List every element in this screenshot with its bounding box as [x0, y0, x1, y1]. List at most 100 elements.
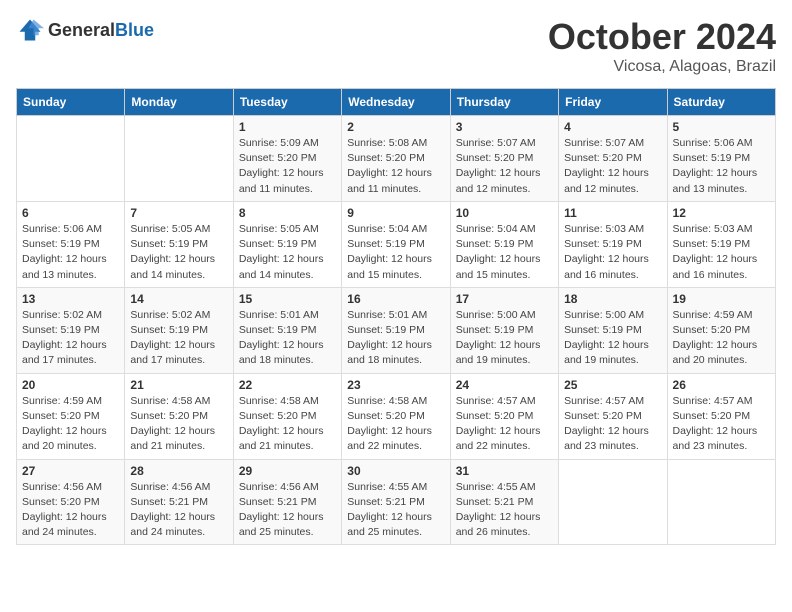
day-number: 12 — [673, 206, 770, 220]
day-info: Sunrise: 5:08 AM Sunset: 5:20 PM Dayligh… — [347, 136, 444, 197]
day-number: 4 — [564, 120, 661, 134]
calendar-cell: 16 Sunrise: 5:01 AM Sunset: 5:19 PM Dayli… — [342, 287, 450, 373]
logo-text-blue: Blue — [115, 20, 154, 40]
calendar-cell: 25 Sunrise: 4:57 AM Sunset: 5:20 PM Dayli… — [559, 373, 667, 459]
day-info: Sunrise: 4:57 AM Sunset: 5:20 PM Dayligh… — [673, 394, 770, 455]
calendar-cell: 13 Sunrise: 5:02 AM Sunset: 5:19 PM Dayli… — [17, 287, 125, 373]
day-info: Sunrise: 4:56 AM Sunset: 5:21 PM Dayligh… — [130, 480, 227, 541]
calendar-header-row: SundayMondayTuesdayWednesdayThursdayFrid… — [17, 89, 776, 116]
day-info: Sunrise: 4:56 AM Sunset: 5:20 PM Dayligh… — [22, 480, 119, 541]
calendar-cell: 28 Sunrise: 4:56 AM Sunset: 5:21 PM Dayli… — [125, 459, 233, 545]
day-info: Sunrise: 5:09 AM Sunset: 5:20 PM Dayligh… — [239, 136, 336, 197]
calendar-cell: 22Sunrise: 4:58 AM Sunset: 5:20 PM Dayli… — [233, 373, 341, 459]
weekday-header: Wednesday — [342, 89, 450, 116]
day-info: Sunrise: 5:03 AM Sunset: 5:19 PM Dayligh… — [673, 222, 770, 283]
day-number: 25 — [564, 378, 661, 392]
calendar-cell: 26Sunrise: 4:57 AM Sunset: 5:20 PM Dayli… — [667, 373, 775, 459]
calendar-week-row: 13 Sunrise: 5:02 AM Sunset: 5:19 PM Dayli… — [17, 287, 776, 373]
calendar-cell: 17Sunrise: 5:00 AM Sunset: 5:19 PM Dayli… — [450, 287, 558, 373]
calendar-cell: 8Sunrise: 5:05 AM Sunset: 5:19 PM Daylig… — [233, 201, 341, 287]
logo-text-general: General — [48, 20, 115, 40]
day-number: 19 — [673, 292, 770, 306]
day-number: 3 — [456, 120, 553, 134]
day-info: Sunrise: 4:57 AM Sunset: 5:20 PM Dayligh… — [456, 394, 553, 455]
day-info: Sunrise: 5:03 AM Sunset: 5:19 PM Dayligh… — [564, 222, 661, 283]
calendar-cell: 1 Sunrise: 5:09 AM Sunset: 5:20 PM Daylig… — [233, 116, 341, 202]
calendar-cell — [559, 459, 667, 545]
calendar-week-row: 1 Sunrise: 5:09 AM Sunset: 5:20 PM Daylig… — [17, 116, 776, 202]
calendar-cell: 20 Sunrise: 4:59 AM Sunset: 5:20 PM Dayli… — [17, 373, 125, 459]
day-info: Sunrise: 4:58 AM Sunset: 5:20 PM Dayligh… — [130, 394, 227, 455]
day-info: Sunrise: 5:06 AM Sunset: 5:19 PM Dayligh… — [673, 136, 770, 197]
page-header: GeneralBlue October 2024 Vicosa, Alagoas… — [16, 16, 776, 76]
calendar-cell: 12 Sunrise: 5:03 AM Sunset: 5:19 PM Dayli… — [667, 201, 775, 287]
calendar-cell: 2 Sunrise: 5:08 AM Sunset: 5:20 PM Daylig… — [342, 116, 450, 202]
calendar-cell: 31Sunrise: 4:55 AM Sunset: 5:21 PM Dayli… — [450, 459, 558, 545]
calendar-cell — [17, 116, 125, 202]
day-number: 30 — [347, 464, 444, 478]
calendar-week-row: 27 Sunrise: 4:56 AM Sunset: 5:20 PM Dayli… — [17, 459, 776, 545]
day-number: 28 — [130, 464, 227, 478]
day-number: 9 — [347, 206, 444, 220]
day-info: Sunrise: 5:00 AM Sunset: 5:19 PM Dayligh… — [564, 308, 661, 369]
calendar-cell — [125, 116, 233, 202]
weekday-header: Tuesday — [233, 89, 341, 116]
day-info: Sunrise: 4:56 AM Sunset: 5:21 PM Dayligh… — [239, 480, 336, 541]
day-number: 1 — [239, 120, 336, 134]
calendar-cell: 23 Sunrise: 4:58 AM Sunset: 5:20 PM Dayli… — [342, 373, 450, 459]
calendar-cell: 27 Sunrise: 4:56 AM Sunset: 5:20 PM Dayli… — [17, 459, 125, 545]
day-number: 18 — [564, 292, 661, 306]
title-block: October 2024 Vicosa, Alagoas, Brazil — [548, 16, 776, 76]
day-number: 23 — [347, 378, 444, 392]
day-number: 22 — [239, 378, 336, 392]
calendar-cell: 24 Sunrise: 4:57 AM Sunset: 5:20 PM Dayli… — [450, 373, 558, 459]
day-number: 21 — [130, 378, 227, 392]
day-number: 27 — [22, 464, 119, 478]
day-number: 24 — [456, 378, 553, 392]
day-number: 2 — [347, 120, 444, 134]
day-info: Sunrise: 5:06 AM Sunset: 5:19 PM Dayligh… — [22, 222, 119, 283]
day-info: Sunrise: 4:55 AM Sunset: 5:21 PM Dayligh… — [456, 480, 553, 541]
calendar-cell: 11 Sunrise: 5:03 AM Sunset: 5:19 PM Dayli… — [559, 201, 667, 287]
day-number: 6 — [22, 206, 119, 220]
day-number: 20 — [22, 378, 119, 392]
weekday-header: Thursday — [450, 89, 558, 116]
calendar-cell: 4 Sunrise: 5:07 AM Sunset: 5:20 PM Daylig… — [559, 116, 667, 202]
day-info: Sunrise: 5:02 AM Sunset: 5:19 PM Dayligh… — [22, 308, 119, 369]
calendar-cell: 7Sunrise: 5:05 AM Sunset: 5:19 PM Daylig… — [125, 201, 233, 287]
day-info: Sunrise: 4:59 AM Sunset: 5:20 PM Dayligh… — [673, 308, 770, 369]
calendar-cell: 10Sunrise: 5:04 AM Sunset: 5:19 PM Dayli… — [450, 201, 558, 287]
day-number: 17 — [456, 292, 553, 306]
calendar-cell: 14 Sunrise: 5:02 AM Sunset: 5:19 PM Dayli… — [125, 287, 233, 373]
day-info: Sunrise: 5:01 AM Sunset: 5:19 PM Dayligh… — [239, 308, 336, 369]
day-info: Sunrise: 5:04 AM Sunset: 5:19 PM Dayligh… — [456, 222, 553, 283]
calendar-cell: 5Sunrise: 5:06 AM Sunset: 5:19 PM Daylig… — [667, 116, 775, 202]
logo: GeneralBlue — [16, 16, 154, 44]
day-number: 29 — [239, 464, 336, 478]
day-number: 16 — [347, 292, 444, 306]
day-number: 13 — [22, 292, 119, 306]
calendar-cell: 18 Sunrise: 5:00 AM Sunset: 5:19 PM Dayli… — [559, 287, 667, 373]
calendar-location: Vicosa, Alagoas, Brazil — [548, 58, 776, 76]
calendar-cell: 15Sunrise: 5:01 AM Sunset: 5:19 PM Dayli… — [233, 287, 341, 373]
day-info: Sunrise: 4:59 AM Sunset: 5:20 PM Dayligh… — [22, 394, 119, 455]
day-number: 14 — [130, 292, 227, 306]
calendar-cell: 29 Sunrise: 4:56 AM Sunset: 5:21 PM Dayli… — [233, 459, 341, 545]
weekday-header: Monday — [125, 89, 233, 116]
day-info: Sunrise: 5:04 AM Sunset: 5:19 PM Dayligh… — [347, 222, 444, 283]
weekday-header: Sunday — [17, 89, 125, 116]
day-info: Sunrise: 5:07 AM Sunset: 5:20 PM Dayligh… — [564, 136, 661, 197]
day-number: 11 — [564, 206, 661, 220]
day-number: 7 — [130, 206, 227, 220]
weekday-header: Friday — [559, 89, 667, 116]
day-info: Sunrise: 5:05 AM Sunset: 5:19 PM Dayligh… — [239, 222, 336, 283]
day-info: Sunrise: 4:58 AM Sunset: 5:20 PM Dayligh… — [347, 394, 444, 455]
day-info: Sunrise: 4:57 AM Sunset: 5:20 PM Dayligh… — [564, 394, 661, 455]
calendar-cell: 9 Sunrise: 5:04 AM Sunset: 5:19 PM Daylig… — [342, 201, 450, 287]
calendar-cell: 19 Sunrise: 4:59 AM Sunset: 5:20 PM Dayli… — [667, 287, 775, 373]
day-info: Sunrise: 5:01 AM Sunset: 5:19 PM Dayligh… — [347, 308, 444, 369]
day-info: Sunrise: 5:02 AM Sunset: 5:19 PM Dayligh… — [130, 308, 227, 369]
weekday-header: Saturday — [667, 89, 775, 116]
calendar-title: October 2024 — [548, 16, 776, 58]
calendar-table: SundayMondayTuesdayWednesdayThursdayFrid… — [16, 88, 776, 545]
